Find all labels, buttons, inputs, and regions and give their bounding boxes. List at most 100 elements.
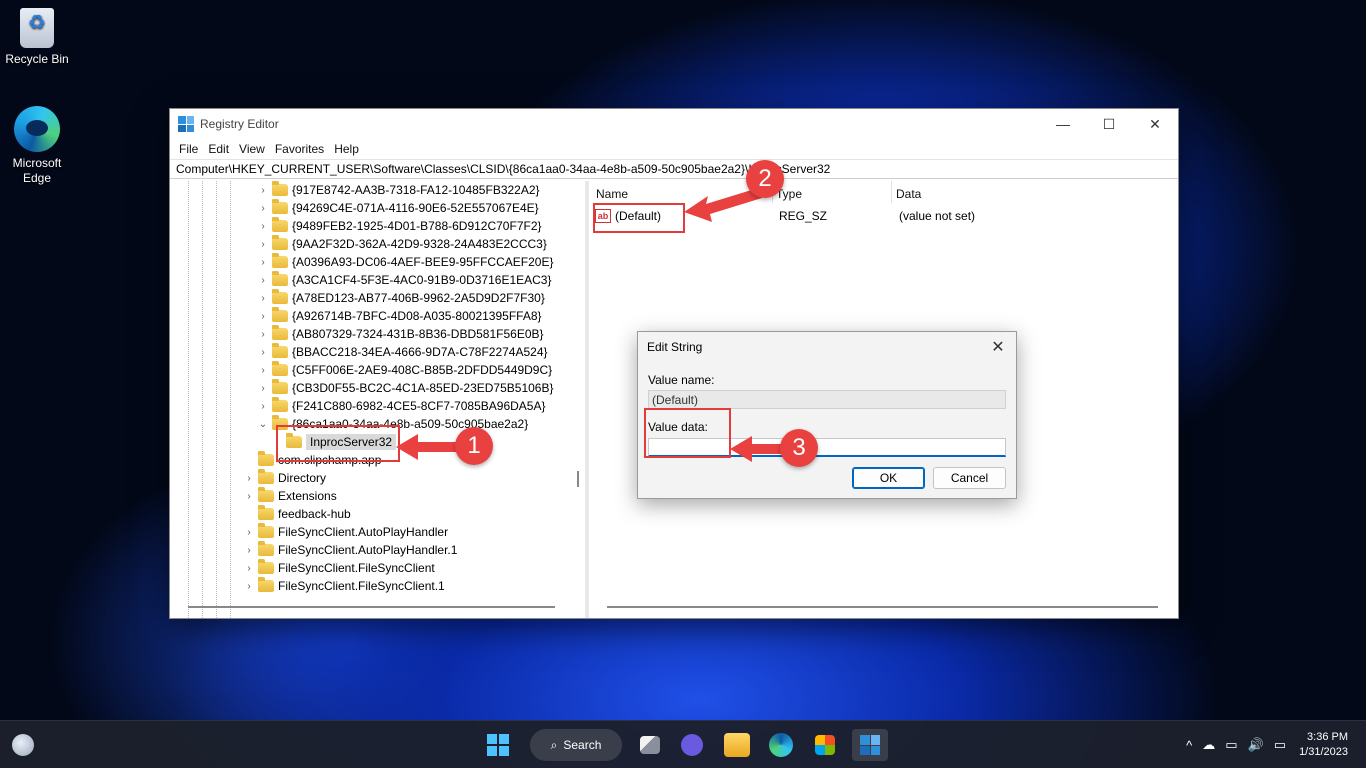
cancel-button[interactable]: Cancel [933,467,1006,489]
folder-icon [258,451,274,466]
folder-icon [272,253,288,268]
tree-item[interactable]: feedback-hub [242,505,351,523]
chevron-icon[interactable]: › [256,401,270,412]
chevron-icon[interactable]: › [242,491,256,502]
menu-favorites[interactable]: Favorites [270,142,329,156]
folder-icon [272,397,288,412]
step-badge-1: 1 [455,427,493,465]
dialog-close-button[interactable]: ✕ [980,337,1016,357]
tree-item-label: Extensions [278,489,337,503]
chevron-icon[interactable]: › [256,221,270,232]
chevron-icon[interactable]: › [242,545,256,556]
minimize-button[interactable]: — [1040,109,1086,139]
battery-icon[interactable]: ▭ [1274,737,1286,753]
show-hidden-icons-icon[interactable]: ^ [1186,738,1192,753]
edge-taskbar-button[interactable] [766,729,796,761]
step-badge-3: 3 [780,429,818,467]
edge-icon [769,733,793,757]
tree-horizontal-scrollbar[interactable] [188,606,555,608]
tree-item-label: FileSyncClient.FileSyncClient [278,561,435,575]
clock[interactable]: 3:36 PM 1/31/2023 [1299,730,1366,760]
folder-icon [272,235,288,250]
chevron-icon[interactable]: › [242,527,256,538]
tree-item[interactable]: › {BBACC218-34EA-4666-9D7A-C78F2274A524} [256,343,548,361]
tree-item[interactable]: › {A78ED123-AB77-406B-9962-2A5D9D2F7F30} [256,289,545,307]
taskbar: ⌕ Search ^ ☁ ▭ 🔊 ▭ 3:36 PM 1/31/2023 [0,720,1366,768]
values-horizontal-scrollbar[interactable] [607,606,1158,608]
chevron-icon[interactable]: › [256,347,270,358]
close-button[interactable]: ✕ [1132,109,1178,139]
chevron-icon[interactable]: › [256,365,270,376]
onedrive-icon[interactable]: ☁ [1202,737,1215,753]
chevron-icon[interactable]: › [256,257,270,268]
chevron-icon[interactable]: › [256,203,270,214]
chat-icon [681,734,703,756]
search-button[interactable]: ⌕ Search [530,729,622,761]
column-data[interactable]: Data [896,187,921,201]
chevron-icon[interactable]: › [256,383,270,394]
tree-item[interactable]: › FileSyncClient.FileSyncClient.1 [242,577,445,595]
menu-help[interactable]: Help [329,142,364,156]
tree-item-label: {917E8742-AA3B-7318-FA12-10485FB322A2} [292,183,540,197]
menu-file[interactable]: File [174,142,203,156]
chevron-icon[interactable]: › [242,563,256,574]
key-tree[interactable]: › {917E8742-AA3B-7318-FA12-10485FB322A2} ›… [170,181,589,618]
tree-item[interactable]: › Extensions [242,487,337,505]
chevron-icon[interactable]: › [242,581,256,592]
desktop-icon-recycle-bin[interactable]: Recycle Bin [0,8,74,67]
chevron-icon[interactable]: › [256,311,270,322]
file-explorer-button[interactable] [722,729,752,761]
chat-button[interactable] [678,729,706,761]
folder-icon [272,217,288,232]
registry-editor-taskbar-button[interactable] [852,729,888,761]
network-icon[interactable]: ▭ [1225,737,1237,753]
tree-item[interactable]: › {F241C880-6982-4CE5-8CF7-7085BA96DA5A} [256,397,546,415]
weather-icon[interactable] [12,734,34,756]
menu-edit[interactable]: Edit [203,142,234,156]
tree-item[interactable]: › {9489FEB2-1925-4D01-B788-6D912C70F7F2} [256,217,542,235]
chevron-icon[interactable]: › [242,473,256,484]
tree-scrollbar-thumb[interactable] [577,471,579,487]
desktop-icon-edge[interactable]: Microsoft Edge [0,106,74,186]
chevron-icon[interactable]: ⌄ [256,419,270,430]
dialog-title-bar[interactable]: Edit String ✕ [638,332,1016,362]
tree-item-label: feedback-hub [278,507,351,521]
title-bar[interactable]: Registry Editor — ☐ ✕ [170,109,1178,139]
task-view-button[interactable] [636,729,664,761]
tree-item[interactable]: › {C5FF006E-2AE9-408C-B85B-2DFDD5449D9C} [256,361,552,379]
tree-item[interactable]: › {A926714B-7BFC-4D08-A035-80021395FFA8} [256,307,542,325]
maximize-button[interactable]: ☐ [1086,109,1132,139]
tree-item[interactable]: › {94269C4E-071A-4116-90E6-52E557067E4E} [256,199,539,217]
tree-item[interactable]: › {A0396A93-DC06-4AEF-BEE9-95FFCCAEF20E} [256,253,553,271]
column-name[interactable]: Name [596,187,628,201]
ok-button[interactable]: OK [852,467,925,489]
folder-icon [272,343,288,358]
tree-item[interactable]: › {A3CA1CF4-5F3E-4AC0-91B9-0D3716E1EAC3} [256,271,551,289]
tree-item[interactable]: › Directory [242,469,326,487]
start-button[interactable] [480,729,516,761]
chevron-icon[interactable]: › [256,275,270,286]
chevron-icon[interactable]: › [256,185,270,196]
dialog-title: Edit String [647,340,703,354]
tree-item[interactable]: › {9AA2F32D-362A-42D9-9328-24A483E2CCC3} [256,235,547,253]
chevron-icon[interactable]: › [256,329,270,340]
chevron-icon[interactable]: › [256,293,270,304]
address-bar[interactable]: Computer\HKEY_CURRENT_USER\Software\Clas… [170,159,1178,179]
tree-item[interactable]: › {917E8742-AA3B-7318-FA12-10485FB322A2} [256,181,540,199]
tree-item[interactable]: › FileSyncClient.AutoPlayHandler.1 [242,541,457,559]
tree-item[interactable]: › FileSyncClient.AutoPlayHandler [242,523,448,541]
value-type: REG_SZ [779,209,828,223]
tree-item-label: {CB3D0F55-BC2C-4C1A-85ED-23ED75B5106B} [292,381,554,395]
store-button[interactable] [810,729,840,761]
folder-icon [258,505,274,520]
menu-view[interactable]: View [234,142,270,156]
registry-editor-icon [178,116,194,132]
volume-icon[interactable]: 🔊 [1248,737,1264,753]
chevron-icon[interactable]: › [256,239,270,250]
edge-icon [14,106,60,152]
tree-item[interactable]: › FileSyncClient.FileSyncClient [242,559,435,577]
folder-icon [258,577,274,592]
tree-item[interactable]: › {CB3D0F55-BC2C-4C1A-85ED-23ED75B5106B} [256,379,553,397]
tree-item[interactable]: › {AB807329-7324-431B-8B36-DBD581F56E0B} [256,325,544,343]
tree-item-label: {94269C4E-071A-4116-90E6-52E557067E4E} [292,201,539,215]
